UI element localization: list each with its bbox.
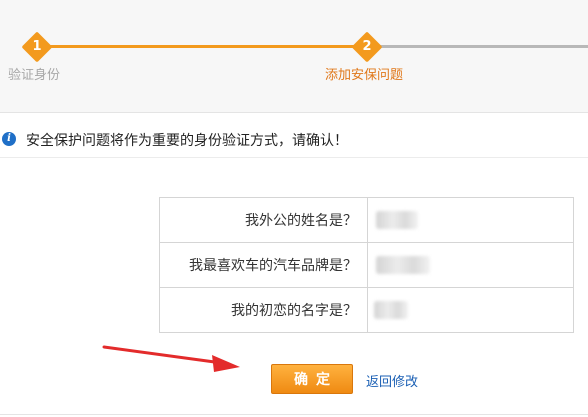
bottom-divider: [0, 414, 588, 415]
step-progress-bar: 1 验证身份 2 添加安保问题: [0, 0, 588, 113]
question-label: 我的初恋的名字是？: [159, 287, 368, 333]
blurred-answer: [376, 211, 418, 229]
notice-banner: i 安全保护问题将作为重要的身份验证方式，请确认！: [0, 128, 588, 152]
step-line-pending: [378, 45, 588, 48]
step-2-number: 2: [362, 39, 372, 54]
question-label: 我外公的姓名是？: [159, 197, 368, 243]
answer-cell: [367, 287, 574, 333]
blurred-answer: [376, 256, 430, 274]
notice-text: 安全保护问题将作为重要的身份验证方式，请确认！: [26, 133, 348, 149]
answer-cell: [367, 197, 574, 243]
security-questions-table: 我外公的姓名是？ 我最喜欢车的汽车品牌是？ 我的初恋的名字是？: [159, 197, 574, 333]
info-icon: i: [2, 132, 16, 146]
step-line-completed: [48, 45, 354, 48]
section-divider: [0, 157, 588, 158]
answer-cell: [367, 242, 574, 288]
back-to-edit-link[interactable]: 返回修改: [366, 371, 418, 390]
confirm-button[interactable]: 确定: [271, 364, 353, 394]
table-row: 我外公的姓名是？: [159, 197, 574, 243]
question-label: 我最喜欢车的汽车品牌是？: [159, 242, 368, 288]
step-1-number: 1: [32, 39, 42, 54]
step-2-label: 添加安保问题: [325, 68, 404, 83]
blurred-answer: [374, 301, 408, 319]
table-row: 我的初恋的名字是？: [159, 287, 574, 333]
step-1-label: 验证身份: [8, 68, 61, 83]
table-row: 我最喜欢车的汽车品牌是？: [159, 242, 574, 288]
